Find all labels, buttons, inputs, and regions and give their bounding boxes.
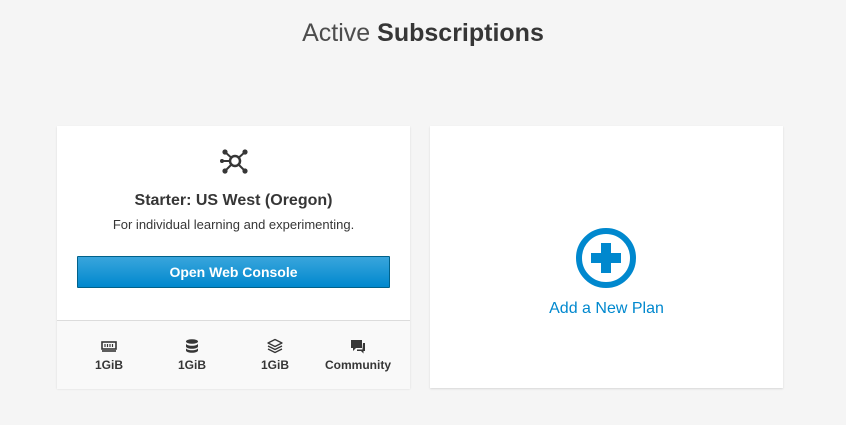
network-nodes-icon xyxy=(220,149,248,174)
stat-storage: 1GiB xyxy=(148,338,236,372)
page-title: Active Subscriptions xyxy=(0,17,846,49)
database-icon xyxy=(186,339,198,353)
plan-stats: 1GiB 1GiB 1GiB Community xyxy=(57,320,410,389)
stat-support: Community xyxy=(314,338,402,372)
add-plan-card[interactable]: Add a New Plan xyxy=(430,126,783,388)
open-web-console-button[interactable]: Open Web Console xyxy=(77,256,390,288)
plan-description: For individual learning and experimentin… xyxy=(112,217,355,232)
add-plan-link[interactable]: Add a New Plan xyxy=(430,299,783,319)
plus-circle-icon[interactable] xyxy=(575,227,637,289)
subscriptions-page: Active Subscriptions Starter: US West (O… xyxy=(0,0,846,425)
plan-card: Starter: US West (Oregon) For individual… xyxy=(57,126,410,389)
stat-layers-value: 1GiB xyxy=(260,358,289,372)
stat-storage-value: 1GiB xyxy=(177,358,206,372)
chat-icon xyxy=(351,340,365,354)
stat-support-value: Community xyxy=(325,358,391,372)
plan-title: Starter: US West (Oregon) xyxy=(134,192,333,209)
memory-icon xyxy=(101,341,117,352)
layers-icon xyxy=(267,338,283,354)
stat-memory: 1GiB xyxy=(65,338,153,372)
stat-layers: 1GiB xyxy=(231,338,319,372)
page-title-light: Active xyxy=(302,19,371,47)
page-title-bold: Subscriptions xyxy=(377,19,544,47)
stat-memory-value: 1GiB xyxy=(94,358,123,372)
